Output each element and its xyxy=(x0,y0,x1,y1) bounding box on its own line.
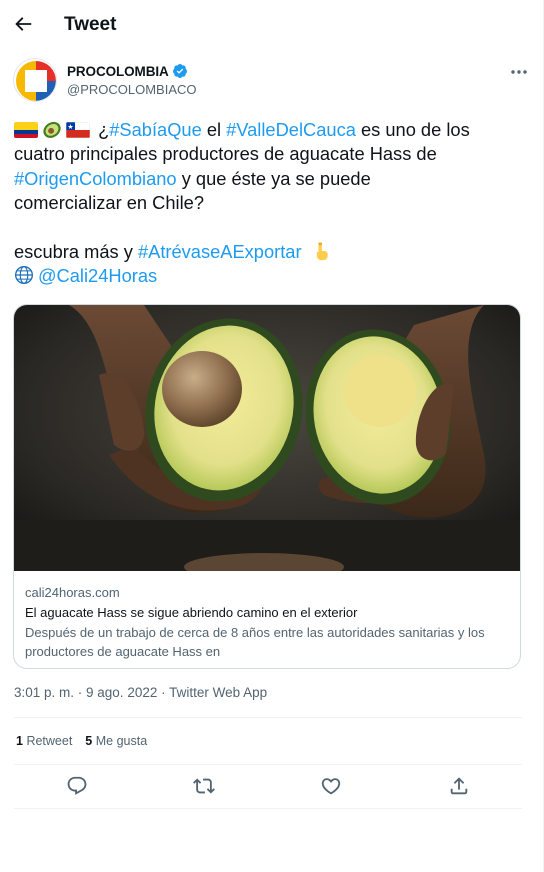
tweet-text-segment: comercializar en Chile? xyxy=(14,192,204,214)
hashtag-origencolombiano[interactable]: #OrigenColombiano xyxy=(14,168,177,189)
tweet-text-segment: el xyxy=(201,119,227,140)
arrow-left-icon[interactable] xyxy=(12,13,34,35)
hashtag-sabiaque[interactable]: #SabíaQue xyxy=(109,119,202,140)
card-image xyxy=(14,305,520,571)
tweet-text-segment: escubra más y xyxy=(14,240,138,262)
globe-icon xyxy=(15,266,33,285)
tweet-text-segment: ¿ xyxy=(93,119,110,140)
chile-flag-icon xyxy=(66,122,90,138)
hashtag-valledelcauca[interactable]: #ValleDelCauca xyxy=(226,119,356,140)
retweets-label: Retweet xyxy=(26,734,73,748)
mention-cali24horas[interactable]: @Cali24Horas xyxy=(38,265,157,286)
avatar[interactable] xyxy=(13,58,57,102)
page-title: Tweet xyxy=(64,14,117,35)
tweet-author: PROCOLOMBIA @PROCOLOMBIACO xyxy=(13,58,529,106)
tweet-actions xyxy=(14,772,522,802)
more-options-icon[interactable] xyxy=(509,64,529,80)
tweet-text-segment: cuatro principales productores de aguaca… xyxy=(14,143,437,165)
tweet-stats: 1 Retweet 5 Me gusta xyxy=(16,734,160,748)
likes-count: 5 xyxy=(85,734,93,748)
tweet-text: ¿#SabíaQue el #ValleDelCauca es uno de l… xyxy=(14,118,529,288)
divider xyxy=(14,808,522,809)
card-body: cali24horas.com El aguacate Hass se sigu… xyxy=(25,584,515,661)
divider xyxy=(14,717,522,718)
verified-badge-icon xyxy=(172,64,187,78)
tweet-text-segment: es uno de los xyxy=(355,119,470,140)
divider xyxy=(14,764,522,765)
procolombia-logo xyxy=(14,59,56,101)
like-icon[interactable] xyxy=(320,775,342,797)
tweet-text-segment: y que éste ya se puede xyxy=(176,167,371,189)
tweet-timestamp[interactable]: 3:01 p. m. · 9 ago. 2022 · Twitter Web A… xyxy=(14,685,267,700)
retweets-stat[interactable]: 1 Retweet xyxy=(16,734,72,748)
share-icon[interactable] xyxy=(448,775,470,797)
hashtag-atrevaseaexportar[interactable]: #AtrévaseAExportar xyxy=(138,241,302,262)
colombia-flag-icon xyxy=(14,122,38,138)
likes-stat[interactable]: 5 Me gusta xyxy=(85,734,147,748)
avocado-icon xyxy=(43,121,61,138)
link-card[interactable]: cali24horas.com El aguacate Hass se sigu… xyxy=(13,304,521,669)
retweets-count: 1 xyxy=(16,734,23,748)
card-domain: cali24horas.com xyxy=(25,585,120,600)
page-header: Tweet xyxy=(0,0,543,50)
author-handle[interactable]: @PROCOLOMBIACO xyxy=(67,82,197,97)
card-title: El aguacate Hass se sigue abriendo camin… xyxy=(25,605,358,620)
likes-label: Me gusta xyxy=(95,734,148,748)
card-description-line: productores de aguacate Hass en xyxy=(25,644,221,659)
name-row: PROCOLOMBIA xyxy=(67,63,188,79)
card-description-line: Después de un trabajo de cerca de 8 años… xyxy=(25,625,485,640)
pointing-down-hand-icon xyxy=(316,242,328,260)
author-name[interactable]: PROCOLOMBIA xyxy=(67,64,169,79)
retweet-icon[interactable] xyxy=(193,775,215,797)
reply-icon[interactable] xyxy=(66,775,88,797)
